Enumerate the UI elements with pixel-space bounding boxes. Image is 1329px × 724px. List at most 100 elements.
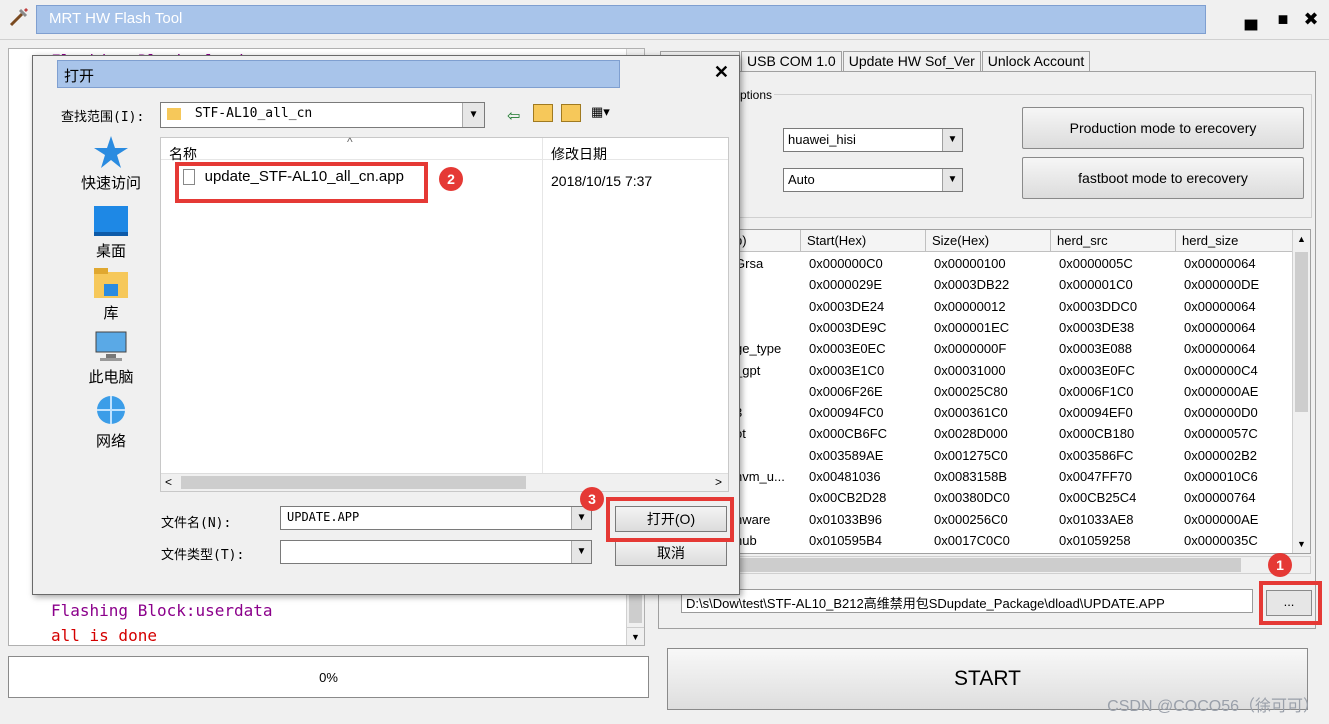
options-group-label: ptions <box>738 88 775 102</box>
chevron-down-icon[interactable]: ▼ <box>942 169 962 191</box>
cancel-button[interactable]: 取消 <box>615 540 727 566</box>
chevron-down-icon[interactable]: ▼ <box>942 129 962 151</box>
file-list-hscrollbar[interactable]: < > <box>161 473 728 491</box>
table-cell: 0x000001C0 <box>1059 277 1133 293</box>
table-vscrollbar[interactable]: ▲ ▼ <box>1292 230 1310 553</box>
mode-value: Auto <box>788 172 815 187</box>
dialog-close-icon[interactable]: ✕ <box>714 62 729 83</box>
filetype-select[interactable]: ▼ <box>280 540 592 564</box>
up-folder-icon[interactable] <box>533 104 553 122</box>
col-header-modified[interactable]: 修改日期 <box>551 144 607 164</box>
table-row[interactable]: 0x0006F26E 0x00025C80 0x0006F1C0 0x000000AE <box>701 382 1293 403</box>
window-title: MRT HW Flash Tool <box>36 5 1206 34</box>
filename-input[interactable]: UPDATE.APP ▼ <box>280 506 592 530</box>
table-cell: 0x010595B4 <box>809 532 883 548</box>
table-row[interactable]: 0x0003DE24 0x00000012 0x0003DDC0 0x00000064 <box>701 297 1293 318</box>
scroll-down-icon[interactable]: ▼ <box>627 627 644 645</box>
firmware-path-field[interactable]: D:\s\Dow\test\STF-AL10_B212高维禁用包SDupdate… <box>681 589 1253 613</box>
log-line-userdata: Flashing Block:userdata <box>51 601 273 620</box>
col-header-size[interactable]: Size(Hex) <box>926 230 1051 252</box>
table-row[interactable]: nvm_u... 0x00481036 0x0083158B 0x0047FF70 0x… <box>701 467 1293 488</box>
table-row[interactable]: ge_type 0x0003E0EC 0x0000000F 0x0003E088 0x0… <box>701 339 1293 360</box>
table-hscroll-thumb[interactable] <box>701 558 1241 572</box>
table-cell: 0x01059258 <box>1059 532 1131 548</box>
file-list-hscroll-thumb[interactable] <box>181 476 526 489</box>
table-row[interactable]: _gpt 0x0003E1C0 0x00031000 0x0003E0FC 0x0000… <box>701 361 1293 382</box>
table-row[interactable]: nware 0x01033B96 0x000256C0 0x01033AE8 0x000… <box>701 510 1293 531</box>
table-cell: 0x00094EF0 <box>1059 405 1133 421</box>
table-row[interactable]: 0x0003DE9C 0x000001EC 0x0003DE38 0x00000064 <box>701 318 1293 339</box>
table-row[interactable]: 0x0000029E 0x0003DB22 0x000001C0 0x000000DE <box>701 275 1293 296</box>
back-arrow-icon[interactable]: ⇦ <box>507 106 520 126</box>
filename-label: 文件名(N): <box>161 516 232 531</box>
table-row[interactable]: 30x00094FC00x000361C00x00094EF00x000000D… <box>701 403 1293 424</box>
view-menu-icon[interactable]: ▦▾ <box>591 104 625 122</box>
table-cell: 0x0028D000 <box>934 426 1008 442</box>
tab-update-hw[interactable]: Update HW Sof_Ver <box>842 51 981 72</box>
table-row[interactable]: Grsa 0x000000C0 0x00000100 0x0000005C 0x0000… <box>701 254 1293 275</box>
table-cell: 0x0003DB22 <box>934 277 1010 293</box>
minimize-button[interactable]: ▄ <box>1236 6 1266 32</box>
table-cell: 0x000000C0 <box>809 256 883 271</box>
computer-icon <box>92 328 130 364</box>
table-hscrollbar[interactable] <box>700 556 1311 574</box>
maximize-button[interactable]: ■ <box>1268 6 1298 32</box>
tab-usb-com[interactable]: USB COM 1.0 <box>741 51 842 72</box>
places-bar: 快速访问 桌面 库 此电脑 网络 <box>61 134 161 474</box>
table-cell: nvm_u... <box>735 469 785 484</box>
table-cell: 0x000000DE <box>1184 277 1260 293</box>
table-row[interactable]: 0x003589AE 0x001275C0 0x003586FC 0x000002B2 <box>701 446 1293 467</box>
platform-select[interactable]: huawei_hisi ▼ <box>783 128 963 152</box>
table-cell: 0x0006F1C0 <box>1059 383 1134 399</box>
production-mode-button[interactable]: Production mode to erecovery <box>1022 107 1304 149</box>
chevron-down-icon[interactable]: ▼ <box>462 103 484 127</box>
table-header: p) Start(Hex) Size(Hex) herd_src herd_si… <box>701 230 1293 252</box>
chevron-down-icon[interactable]: ▼ <box>571 541 591 563</box>
mode-select[interactable]: Auto ▼ <box>783 168 963 192</box>
place-desktop[interactable]: 桌面 <box>61 202 161 261</box>
log-scroll-thumb[interactable] <box>629 593 642 623</box>
place-this-pc[interactable]: 此电脑 <box>61 328 161 387</box>
table-cell: 0x00000012 <box>934 298 1006 314</box>
table-cell: 0x0003DE9C <box>809 319 887 335</box>
table-cell: 0x0003DE24 <box>809 298 885 314</box>
col-header-herd-src[interactable]: herd_src <box>1051 230 1176 252</box>
scroll-left-icon[interactable]: < <box>165 475 172 489</box>
table-cell: 0x00000764 <box>1184 490 1256 506</box>
table-cell: 0x0003DDC0 <box>1059 298 1138 314</box>
fastboot-mode-button[interactable]: fastboot mode to erecovery <box>1022 157 1304 199</box>
table-cell: 0x0003DE38 <box>1059 319 1135 335</box>
place-quick-access[interactable]: 快速访问 <box>61 134 161 193</box>
column-divider <box>542 138 543 478</box>
scroll-up-icon[interactable]: ▲ <box>1293 230 1310 248</box>
table-cell: 0x0003E088 <box>1059 341 1133 357</box>
table-row[interactable]: 0x00CB2D28 0x00380DC0 0x00CB25C4 0x00000764 <box>701 488 1293 509</box>
look-in-select[interactable]: STF-AL10_all_cn ▼ <box>160 102 485 128</box>
table-cell: 0x0006F26E <box>809 383 883 399</box>
table-cell: 0x000000AE <box>1184 383 1259 399</box>
step-badge-1: 1 <box>1268 553 1292 577</box>
col-header-filename[interactable]: 名称 <box>169 144 197 164</box>
platform-value: huawei_hisi <box>788 132 856 147</box>
table-cell: 0x000000C4 <box>1184 362 1258 378</box>
table-scroll-thumb[interactable] <box>1295 252 1308 412</box>
table-row[interactable]: hub 0x010595B4 0x0017C0C0 0x01059258 0x00000… <box>701 531 1293 552</box>
close-button[interactable]: ✖ <box>1296 6 1326 32</box>
col-header-start[interactable]: Start(Hex) <box>801 230 926 252</box>
table-cell: 0x00481036 <box>809 469 881 484</box>
table-cell: 0x00CB25C4 <box>1059 490 1137 506</box>
place-network[interactable]: 网络 <box>61 392 161 451</box>
table-cell: 0x00000064 <box>1184 256 1256 271</box>
tab-unlock-account[interactable]: Unlock Account <box>981 51 1091 72</box>
scroll-down-icon[interactable]: ▼ <box>1293 535 1310 553</box>
desktop-icon <box>92 202 130 238</box>
scroll-right-icon[interactable]: > <box>715 475 722 489</box>
new-folder-icon[interactable] <box>561 104 581 122</box>
place-library[interactable]: 库 <box>61 264 161 323</box>
table-cell: 0x00000064 <box>1184 319 1256 335</box>
col-header-herd-size[interactable]: herd_size <box>1176 230 1293 252</box>
file-date: 2018/10/15 7:37 <box>551 173 653 189</box>
table-row[interactable]: ot 0x000CB6FC 0x0028D000 0x000CB180 0x000005… <box>701 424 1293 445</box>
highlight-open <box>606 497 734 542</box>
look-in-label: 查找范围(I): <box>61 110 145 125</box>
